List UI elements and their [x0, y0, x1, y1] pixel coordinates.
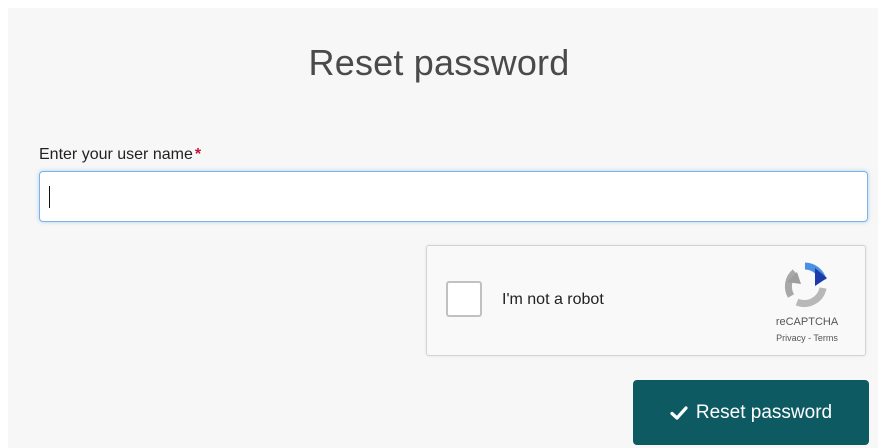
- recaptcha-checkbox[interactable]: [446, 281, 482, 317]
- recaptcha-brand: reCAPTCHA: [775, 316, 839, 328]
- reset-password-button-label: Reset password: [695, 401, 833, 423]
- reset-password-button[interactable]: Reset password: [633, 380, 869, 445]
- page-title: Reset password: [308, 42, 570, 83]
- recaptcha-widget: I'm not a robot reCAPTCHA Privacy - Term…: [426, 245, 866, 356]
- recaptcha-logo-icon: [784, 262, 827, 307]
- recaptcha-label: I'm not a robot: [502, 291, 604, 308]
- checkmark-icon: [670, 405, 688, 420]
- text-caret: [49, 186, 50, 208]
- username-label: Enter your user name *: [39, 146, 201, 164]
- required-asterisk: *: [194, 146, 202, 163]
- recaptcha-privacy-terms[interactable]: Privacy - Terms: [757, 333, 857, 343]
- username-label-text: Enter your user name: [39, 146, 193, 163]
- username-input[interactable]: [39, 171, 868, 222]
